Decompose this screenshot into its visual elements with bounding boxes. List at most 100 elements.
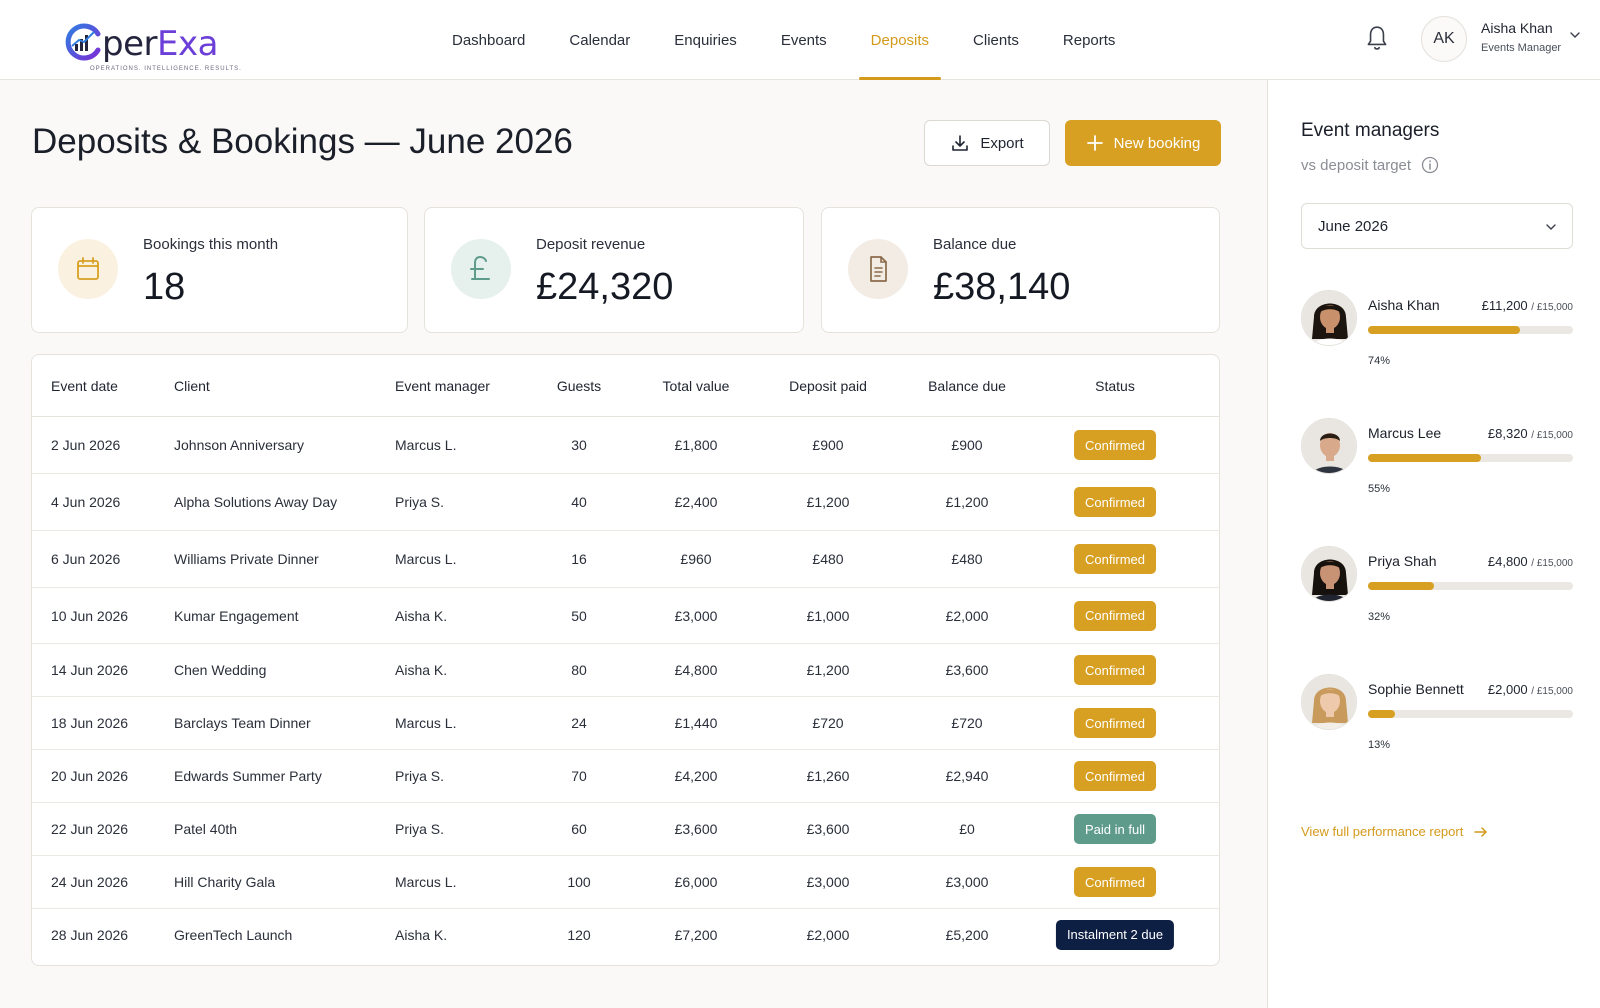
manager-target: / £15,000 — [1531, 558, 1573, 569]
cell-guests: 60 — [571, 821, 587, 837]
cell-balance-due: £720 — [951, 715, 983, 731]
status-badge: Confirmed — [1074, 487, 1156, 517]
export-button[interactable]: Export — [924, 120, 1050, 166]
cell-event-manager: Marcus L. — [395, 437, 457, 453]
manager-card[interactable]: Marcus Lee £8,320 / £15,000 55% — [1301, 418, 1573, 508]
cell-event-manager: Aisha K. — [395, 607, 448, 624]
logo-mark-icon — [65, 23, 101, 61]
cell-event-manager: Priya S. — [395, 821, 445, 837]
manager-percent: 55% — [1368, 483, 1391, 495]
user-role: Events Manager — [1481, 42, 1562, 54]
table-row[interactable]: 14 Jun 2026 Chen Wedding Aisha K. 80 £4,800 £… — [32, 644, 1219, 697]
progress-track — [1368, 326, 1573, 334]
table-row[interactable]: 2 Jun 2026 Johnson Anniversary Marcus L. 30… — [32, 417, 1219, 474]
cell-status: Confirmed — [1074, 474, 1156, 530]
calendar-icon-circle — [58, 239, 118, 299]
table-row[interactable]: 20 Jun 2026 Edwards Summer Party Priya S. 7… — [32, 750, 1219, 803]
nav-item-deposits[interactable]: Deposits — [849, 0, 951, 80]
cell-guests: 80 — [571, 662, 587, 678]
manager-target: / £15,000 — [1531, 686, 1573, 697]
manager-name: Aisha Khan — [1368, 297, 1440, 313]
progress-track — [1368, 454, 1573, 462]
nav-item-enquiries[interactable]: Enquiries — [652, 0, 759, 80]
nav-item-clients[interactable]: Clients — [951, 0, 1041, 80]
document-icon — [870, 256, 887, 282]
cell-total-value: £1,800 — [674, 437, 718, 453]
cell-client: Alpha Solutions Away Day — [174, 494, 338, 510]
cell-guests: 16 — [571, 551, 587, 567]
new-booking-button[interactable]: New booking — [1065, 120, 1221, 166]
cell-total-value: £3,600 — [674, 821, 718, 837]
column-header-total-value[interactable]: Total value — [663, 355, 730, 417]
table-row[interactable]: 4 Jun 2026 Alpha Solutions Away Day Priya … — [32, 474, 1219, 531]
user-menu-chevron-down-icon[interactable] — [1568, 28, 1582, 42]
manager-target: / £15,000 — [1531, 430, 1573, 441]
stat-value: £24,320 — [536, 266, 674, 308]
cell-status: Instalment 2 due — [1055, 909, 1175, 960]
cell-event-manager: Priya S. — [395, 768, 445, 784]
column-header-client[interactable]: Client — [174, 355, 210, 417]
column-header-event-manager[interactable]: Event manager — [395, 355, 490, 417]
column-header-status[interactable]: Status — [1095, 355, 1135, 417]
status-badge: Confirmed — [1074, 708, 1156, 738]
nav-item-reports[interactable]: Reports — [1041, 0, 1138, 80]
cell-deposit-paid: £3,600 — [806, 821, 850, 837]
manager-photo — [1302, 547, 1356, 601]
cell-event-date: 24 Jun 2026 — [51, 874, 129, 890]
table-row[interactable]: 10 Jun 2026 Kumar Engagement Aisha K. 50 £3,… — [32, 588, 1219, 644]
cell-deposit-paid: £720 — [812, 715, 844, 731]
manager-photo — [1302, 419, 1356, 473]
panel-subtitle-text: vs deposit target — [1301, 156, 1412, 174]
cell-event-manager: Marcus L. — [395, 715, 457, 731]
column-header-guests[interactable]: Guests — [557, 355, 601, 417]
operexa-logo[interactable]: perExa OPERATIONS. INTELLIGENCE. RESULTS… — [64, 22, 244, 74]
manager-card[interactable]: Aisha Khan £11,200 / £15,000 74% — [1301, 290, 1573, 380]
table-row[interactable]: 6 Jun 2026 Williams Private Dinner Marcus … — [32, 531, 1219, 588]
table-row[interactable]: 24 Jun 2026 Hill Charity Gala Marcus L. 100… — [32, 856, 1219, 909]
cell-status: Confirmed — [1074, 531, 1156, 587]
manager-deposit-amount: £11,200 — [1481, 298, 1528, 313]
column-header-deposit-paid[interactable]: Deposit paid — [789, 355, 867, 417]
cell-event-date: 18 Jun 2026 — [51, 715, 129, 731]
document-icon-circle — [848, 239, 908, 299]
nav-item-dashboard[interactable]: Dashboard — [430, 0, 547, 80]
manager-card[interactable]: Sophie Bennett £2,000 / £15,000 13% — [1301, 674, 1573, 764]
table-header: Event date Client Event manager Guests T… — [32, 355, 1219, 417]
event-managers-panel: Event managers vs deposit target June 20… — [1267, 80, 1600, 1008]
cell-event-date: 22 Jun 2026 — [51, 821, 129, 837]
main-nav: Dashboard Calendar Enquiries Events Depo… — [430, 0, 1137, 80]
cell-status: Confirmed — [1074, 644, 1156, 696]
user-avatar[interactable]: AK — [1421, 16, 1467, 62]
manager-name: Sophie Bennett — [1368, 681, 1464, 697]
stat-label: Deposit revenue — [536, 236, 646, 253]
cell-status: Confirmed — [1074, 750, 1156, 802]
manager-deposit-amount: £4,800 — [1487, 554, 1528, 569]
table-row[interactable]: 18 Jun 2026 Barclays Team Dinner Marcus L.… — [32, 697, 1219, 750]
cell-client: Hill Charity Gala — [174, 874, 276, 890]
cell-event-manager: Aisha K. — [395, 662, 448, 678]
cell-balance-due: £900 — [951, 437, 983, 453]
status-badge: Confirmed — [1074, 430, 1156, 460]
view-full-performance-report-link[interactable]: View full performance report — [1301, 824, 1489, 839]
period-select[interactable]: June 2026 — [1301, 203, 1573, 249]
progress-track — [1368, 582, 1573, 590]
cell-total-value: £960 — [680, 551, 712, 567]
column-header-event-date[interactable]: Event date — [51, 355, 118, 417]
manager-avatar — [1301, 674, 1357, 730]
info-icon[interactable] — [1421, 156, 1439, 174]
column-header-balance-due[interactable]: Balance due — [928, 355, 1006, 417]
cell-total-value: £1,440 — [674, 715, 718, 731]
status-badge: Paid in full — [1074, 814, 1156, 844]
nav-item-calendar[interactable]: Calendar — [547, 0, 652, 80]
manager-card[interactable]: Priya Shah £4,800 / £15,000 32% — [1301, 546, 1573, 636]
chevron-down-icon — [1546, 224, 1556, 230]
progress-fill — [1368, 710, 1395, 718]
table-row[interactable]: 28 Jun 2026 GreenTech Launch Aisha K. 120 £7… — [32, 909, 1219, 960]
manager-amount: £11,200 / £15,000 — [1482, 298, 1573, 313]
cell-deposit-paid: £1,200 — [806, 494, 850, 510]
table-row[interactable]: 22 Jun 2026 Patel 40th Priya S. 60 £3,600 £3,… — [32, 803, 1219, 856]
nav-item-events[interactable]: Events — [759, 0, 849, 80]
cell-event-date: 10 Jun 2026 — [51, 607, 129, 624]
logo-tagline: OPERATIONS. INTELLIGENCE. RESULTS. — [90, 66, 242, 72]
notification-bell-icon[interactable] — [1364, 24, 1390, 52]
